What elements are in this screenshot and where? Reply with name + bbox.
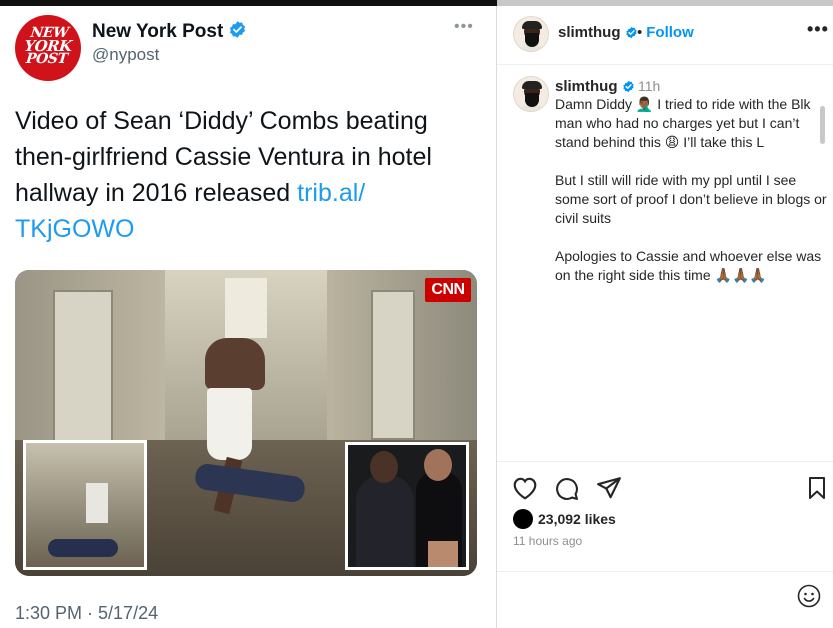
divider [497,64,833,65]
verified-badge-icon [230,21,246,38]
cnn-logo: CNN [425,278,471,302]
divider [497,461,833,462]
ig-caption-avatar[interactable] [513,76,549,112]
caption-scrollbar[interactable] [820,106,825,144]
ig-caption: Damn Diddy 🤦🏾‍♂️ I tried to ride with th… [555,95,827,304]
tweet-account-name[interactable]: New York Post [92,20,247,43]
tweet-video-thumbnail[interactable]: CNN [15,270,477,576]
tweet-timestamp[interactable]: 1:30 PM · 5/17/24 [15,603,158,624]
verified-badge-icon [622,80,634,93]
comment-icon[interactable] [554,476,579,501]
divider [497,571,833,572]
ig-avatar[interactable] [513,16,549,52]
ig-header-username[interactable]: slimthug [558,24,638,41]
inset-couple-photo [345,442,469,570]
ig-follow-button[interactable]: • Follow [637,24,694,41]
tweet-card: NEW YORK POST New York Post @nypost ••• … [0,6,497,628]
heart-icon[interactable] [512,476,538,500]
inset-cctv-still [23,440,147,570]
ig-caption-paragraph: Damn Diddy 🤦🏾‍♂️ I tried to ride with th… [555,96,811,150]
tweet-text: Video of Sean ‘Diddy’ Combs beating then… [15,107,432,243]
ig-caption-time: 11h [638,78,661,94]
ig-caption-paragraph: Apologies to Cassie and whoever else was… [555,248,822,283]
instagram-post: slimthug • Follow ••• slimthug 11h Damn D… [497,6,833,628]
more-dots-icon[interactable]: ••• [807,19,829,40]
ig-caption-paragraph: But I still will ride with my ppl until … [555,172,827,226]
ig-post-time[interactable]: 11 hours ago [513,534,582,548]
emoji-icon[interactable] [797,584,821,608]
nypost-logo-text: NEW YORK POST [23,25,73,67]
ig-likes-count[interactable]: 23,092 likes [538,511,616,527]
verified-badge-icon [625,26,637,39]
ig-caption-username[interactable]: slimthug [555,78,635,95]
bookmark-icon[interactable] [806,476,828,500]
nypost-avatar[interactable]: NEW YORK POST [15,15,81,81]
liker-avatar[interactable] [513,509,533,529]
more-dots-icon[interactable]: ••• [454,18,474,36]
share-icon[interactable] [596,476,622,500]
tweet-handle[interactable]: @nypost [92,45,159,65]
